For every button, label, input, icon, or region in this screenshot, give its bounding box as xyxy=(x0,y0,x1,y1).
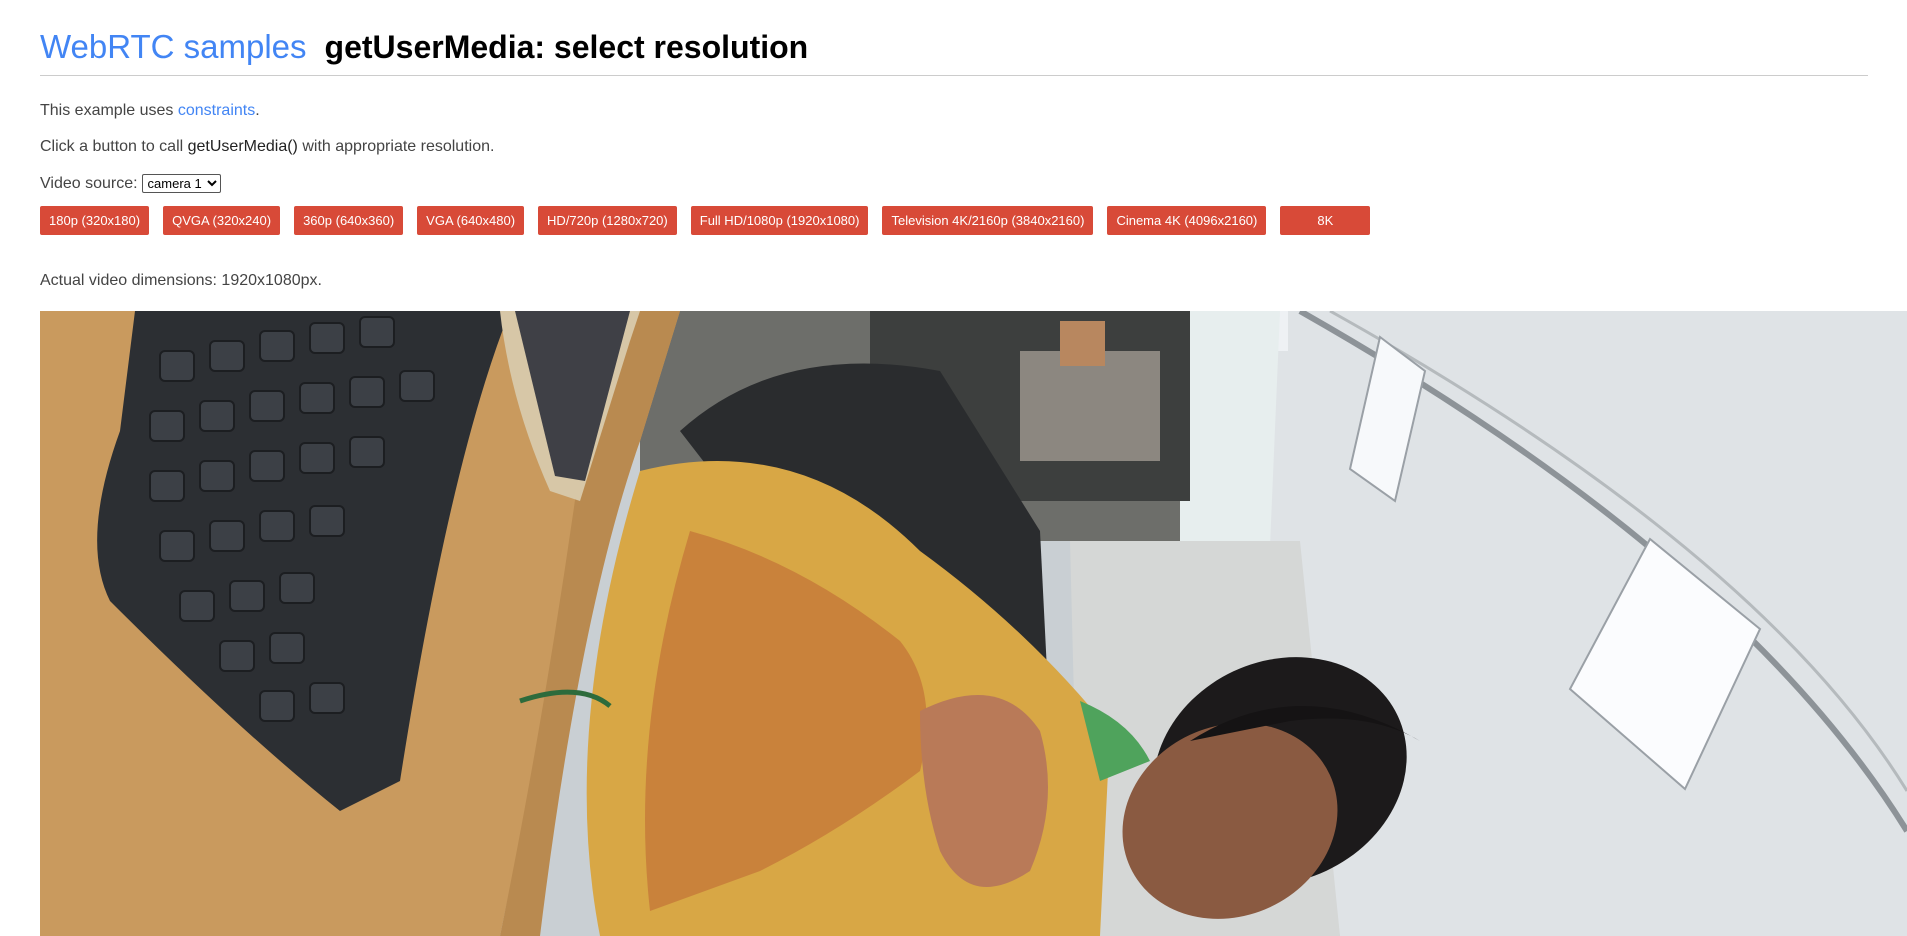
button-qvga[interactable]: QVGA (320x240) xyxy=(163,206,281,235)
instructions-suffix: with appropriate resolution. xyxy=(297,138,495,155)
video-preview xyxy=(40,311,1907,936)
instructions-code: getUserMedia() xyxy=(187,138,298,155)
resolution-buttons: 180p (320x180) QVGA (320x240) 360p (640x… xyxy=(40,206,1384,235)
video-source-row: Video source: camera 1 xyxy=(40,174,221,193)
intro-text: This example uses constraints. xyxy=(40,102,260,120)
button-full-hd-1080p[interactable]: Full HD/1080p (1920x1080) xyxy=(690,206,869,235)
button-hd-720p[interactable]: HD/720p (1280x720) xyxy=(538,206,677,235)
constraints-link[interactable]: constraints xyxy=(178,102,255,119)
button-360p[interactable]: 360p (640x360) xyxy=(294,206,404,235)
button-television-4k[interactable]: Television 4K/2160p (3840x2160) xyxy=(882,206,1094,235)
video-frame-image xyxy=(40,311,1907,936)
webrtc-samples-link[interactable]: WebRTC samples xyxy=(40,28,307,66)
page-title: getUserMedia: select resolution xyxy=(324,29,809,65)
page-header: WebRTC samples getUserMedia: select reso… xyxy=(40,28,1868,76)
instructions-prefix: Click a button to call xyxy=(40,138,188,155)
video-source-select[interactable]: camera 1 xyxy=(141,174,221,193)
intro-prefix: This example uses xyxy=(40,102,178,119)
video-source-label: Video source: xyxy=(40,174,138,192)
button-8k[interactable]: 8K xyxy=(1280,206,1371,235)
button-cinema-4k[interactable]: Cinema 4K (4096x2160) xyxy=(1107,206,1267,235)
button-180p[interactable]: 180p (320x180) xyxy=(40,206,150,235)
video-dimensions-status: Actual video dimensions: 1920x1080px. xyxy=(40,272,322,289)
instructions-text: Click a button to call getUserMedia() wi… xyxy=(40,138,494,156)
intro-suffix: . xyxy=(255,102,260,119)
button-vga[interactable]: VGA (640x480) xyxy=(417,206,525,235)
